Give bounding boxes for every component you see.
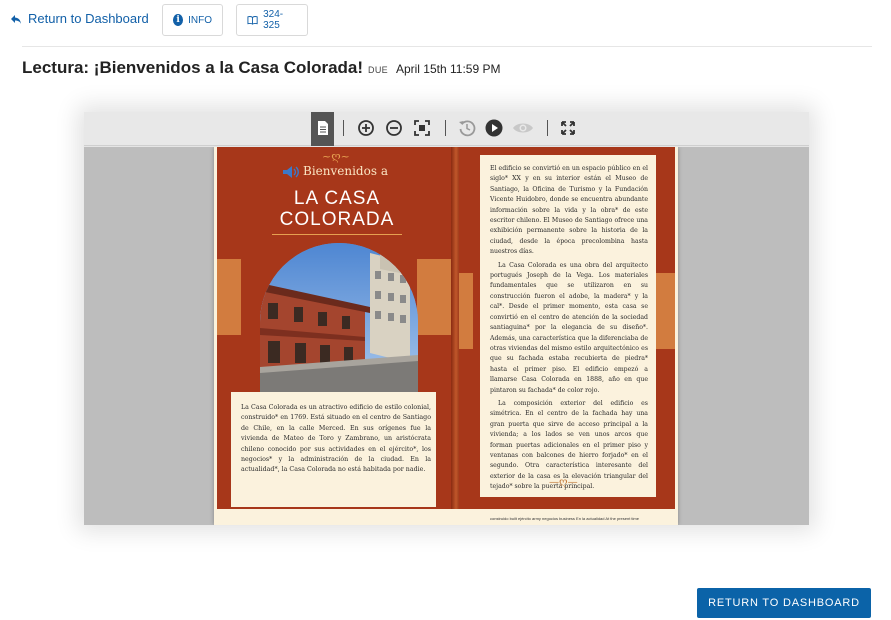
page-icon [318, 121, 328, 135]
right-paragraph-1: El edificio se convirtió en un espacio p… [490, 165, 648, 256]
due-label: DUE [368, 65, 388, 75]
info-icon: i [173, 14, 184, 26]
zoom-in-icon [358, 120, 374, 136]
building-illustration [260, 243, 418, 393]
toolbar-separator [445, 120, 446, 136]
left-heading-line2: COLORADA [279, 209, 395, 230]
left-page-band [417, 259, 455, 335]
zoom-out-button[interactable] [383, 117, 405, 139]
info-label: INFO [188, 14, 212, 26]
right-article-text: El edificio se convirtió en un espacio p… [490, 164, 648, 496]
return-to-dashboard-label: Return to Dashboard [28, 11, 149, 26]
back-arrow-icon [11, 14, 21, 24]
page-title: Lectura: ¡Bienvenidos a la Casa Colorada… [22, 58, 364, 77]
return-to-dashboard-link[interactable]: Return to Dashboard [10, 11, 149, 26]
left-heading-line1: LA CASA [293, 188, 381, 209]
history-icon [459, 120, 476, 137]
casa-colorada-photo [260, 243, 418, 393]
visibility-button[interactable] [512, 117, 534, 139]
document-viewer: ~ღ~ Bienvenidos a LA CASA COLORADA La Ca… [84, 112, 809, 525]
toolbar-separator [343, 120, 344, 136]
fit-page-icon [414, 120, 430, 136]
due-date: April 15th 11:59 PM [395, 62, 501, 76]
speaker-icon[interactable] [282, 165, 300, 179]
viewer-stage[interactable]: ~ღ~ Bienvenidos a LA CASA COLORADA La Ca… [84, 147, 809, 525]
history-button[interactable] [456, 117, 478, 139]
fullscreen-icon [561, 121, 575, 135]
assignment-header: Lectura: ¡Bienvenidos a la Casa Colorada… [22, 58, 500, 78]
right-paragraph-2: La Casa Colorada es una obra del arquite… [490, 261, 648, 394]
glossary-strip: construido built ejército army negocios … [490, 516, 639, 521]
right-page-band [655, 273, 675, 349]
page-range-button[interactable]: 324-325 [236, 4, 308, 36]
flourish-ornament-icon: —ღ— [549, 477, 578, 488]
book-spread: ~ღ~ Bienvenidos a LA CASA COLORADA La Ca… [214, 147, 678, 525]
eye-icon [513, 123, 533, 133]
play-icon [485, 119, 503, 137]
page-view-button[interactable] [312, 117, 334, 139]
left-caption-text: La Casa Colorada es un atractivo edifici… [241, 404, 431, 474]
open-book-icon [247, 16, 258, 25]
flourish-ornament-icon: ~ღ~ [322, 150, 350, 163]
zoom-out-icon [386, 120, 402, 136]
left-heading-small: Bienvenidos a [303, 164, 388, 178]
header-divider [22, 46, 872, 47]
fullscreen-button[interactable] [557, 117, 579, 139]
zoom-in-button[interactable] [355, 117, 377, 139]
play-audio-button[interactable] [483, 117, 505, 139]
page-range-label: 324-325 [263, 9, 284, 31]
return-to-dashboard-button[interactable]: RETURN TO DASHBOARD [697, 588, 871, 618]
left-page-band [217, 259, 241, 335]
info-button[interactable]: i INFO [162, 4, 223, 36]
fit-page-button[interactable] [411, 117, 433, 139]
right-page: El edificio se convirtió en un espacio p… [459, 147, 675, 509]
viewer-toolbar [84, 112, 809, 146]
heading-rule [272, 234, 402, 235]
toolbar-separator [547, 120, 548, 136]
top-bar: Return to Dashboard i INFO 324-325 [0, 0, 891, 46]
right-page-band [459, 273, 473, 349]
